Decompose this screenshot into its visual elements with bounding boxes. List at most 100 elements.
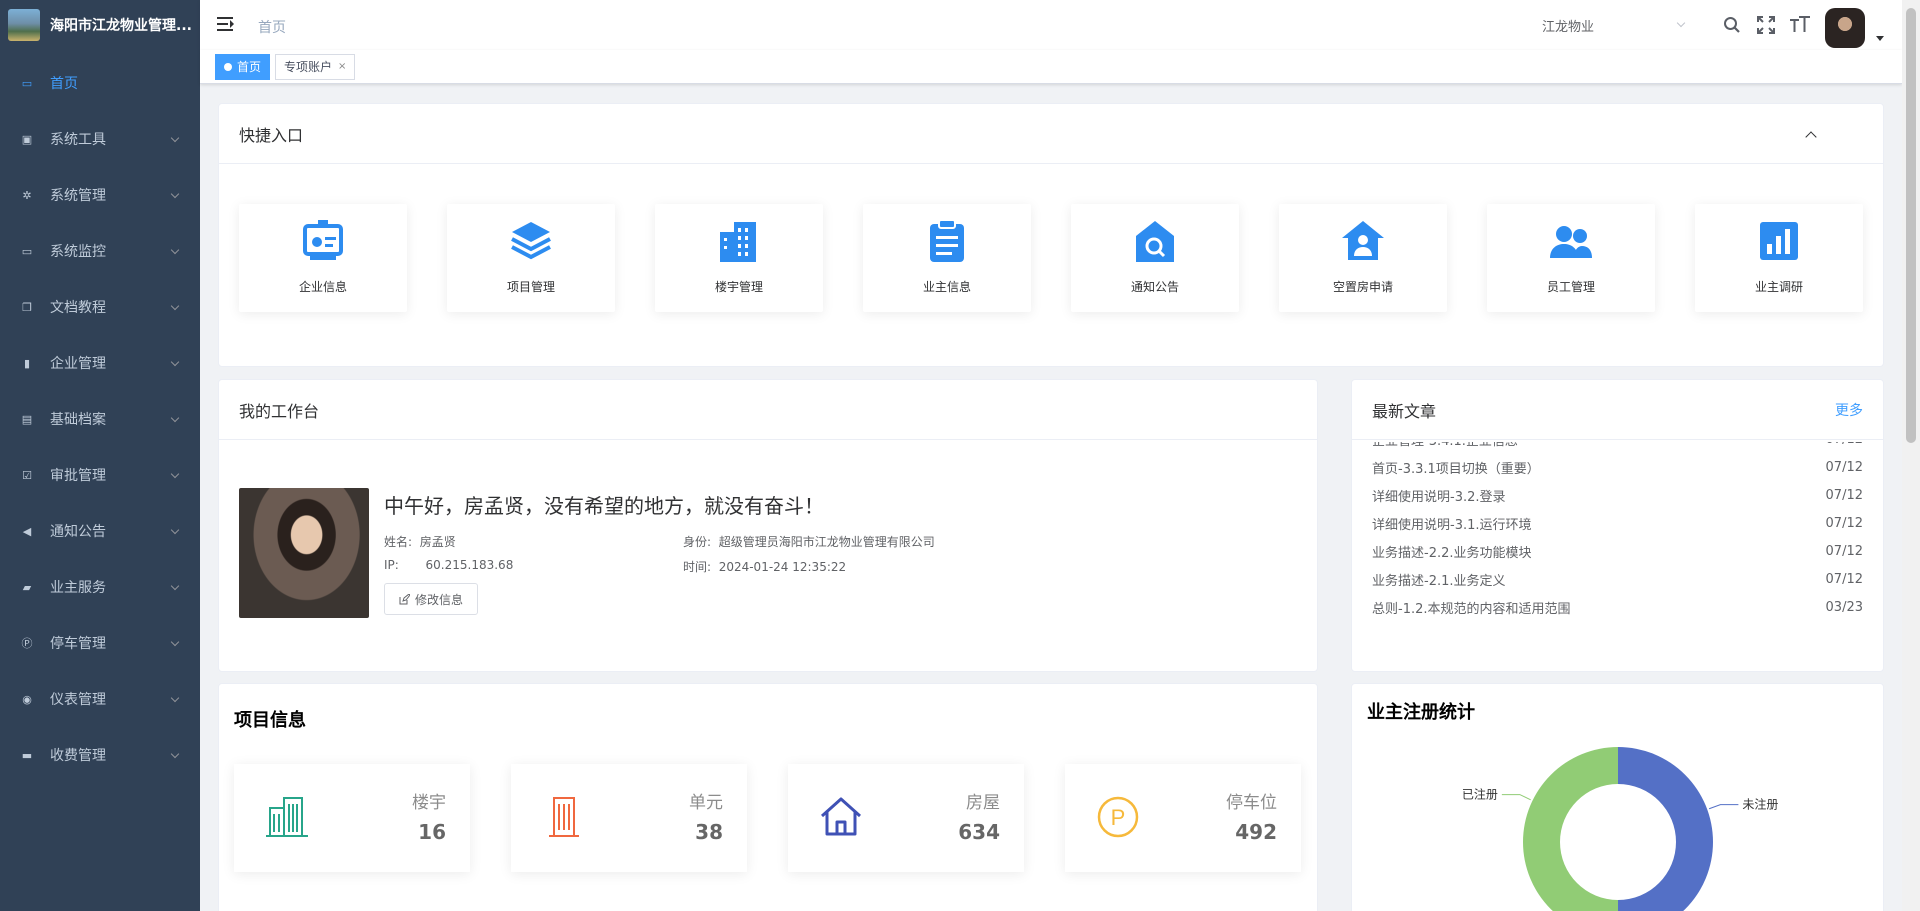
article-row[interactable]: 详细使用说明-3.2.登录 07/12	[1372, 481, 1863, 509]
quick-item-label: 空置房申请	[1332, 280, 1393, 294]
article-title[interactable]: 业务描述-2.2.业务功能模块	[1372, 542, 1532, 561]
sidebar-item-1[interactable]: ▣ 系统工具	[0, 111, 200, 167]
article-title[interactable]: 业务描述-2.1.业务定义	[1372, 570, 1506, 589]
tower-icon	[549, 797, 579, 837]
fullscreen-icon[interactable]	[1756, 15, 1776, 35]
article-row[interactable]: 总则-1.2.本规范的内容和适用范围 03/23	[1372, 593, 1863, 621]
chevron-down-icon	[170, 525, 180, 535]
sidebar-item-label: 系统管理	[50, 188, 106, 204]
scrollbar-thumb[interactable]	[1906, 8, 1916, 443]
sidebar-item-label: 收费管理	[50, 748, 106, 764]
article-title[interactable]: 企业管理-3.4.1.企业信息	[1372, 442, 1518, 449]
article-row[interactable]: 业务描述-2.1.业务定义 07/12	[1372, 565, 1863, 593]
caret-down-icon[interactable]	[1876, 36, 1884, 41]
project-stat-3[interactable]: P 停车位 492	[1065, 764, 1301, 872]
quick-entry-title: 快捷入口	[239, 125, 304, 145]
article-title[interactable]: 首页-3.3.1项目切换（重要）	[1372, 458, 1540, 477]
sidebar-item-2[interactable]: ✲ 系统管理	[0, 167, 200, 223]
chevron-up-icon[interactable]	[1805, 130, 1817, 143]
approve-icon: ☑	[22, 468, 32, 482]
sidebar-item-label: 审批管理	[50, 468, 106, 484]
article-title[interactable]: 详细使用说明-3.1.运行环境	[1372, 514, 1532, 533]
brand-logo	[8, 9, 40, 41]
tag-special-account[interactable]: 专项账户 ×	[275, 54, 356, 80]
edit-icon	[399, 593, 410, 604]
project-stat-label: 房屋	[966, 793, 1000, 813]
time-key: 时间:	[683, 560, 712, 574]
project-stat-0[interactable]: 楼宇 16	[234, 764, 470, 872]
survey-chart-icon	[1760, 222, 1798, 260]
sidebar-item-7[interactable]: ☑ 审批管理	[0, 447, 200, 503]
chevron-down-icon	[170, 133, 180, 143]
sidebar-item-8[interactable]: ◀ 通知公告	[0, 503, 200, 559]
article-row[interactable]: 业务描述-2.2.业务功能模块 07/12	[1372, 537, 1863, 565]
quick-item-label: 业主调研	[1754, 280, 1803, 294]
article-row[interactable]: 企业管理-3.4.1.企业信息 07/12	[1372, 442, 1863, 453]
tags-view: 首页 专项账户 ×	[200, 50, 1902, 84]
org-select[interactable]: 江龙物业	[1532, 10, 1692, 40]
sidebar-item-5[interactable]: ▮ 企业管理	[0, 335, 200, 391]
sidebar-item-9[interactable]: ▰ 业主服务	[0, 559, 200, 615]
edit-info-label: 修改信息	[415, 592, 464, 607]
project-stat-1[interactable]: 单元 38	[511, 764, 747, 872]
time-value: 2024-01-24 12:35:22	[718, 560, 847, 574]
house-icon	[820, 797, 862, 836]
sidebar-item-12[interactable]: ▬ 收费管理	[0, 727, 200, 783]
chevron-down-icon	[170, 413, 180, 423]
donut-slice-0	[1618, 747, 1713, 911]
identity-value: 超级管理员海阳市江龙物业管理有限公司	[718, 535, 935, 549]
quick-item-6[interactable]: 员工管理	[1487, 204, 1655, 312]
org-select-value: 江龙物业	[1542, 19, 1595, 35]
chevron-down-icon	[1676, 18, 1686, 28]
bar-chart-icon: ▮	[23, 356, 31, 370]
article-title[interactable]: 详细使用说明-3.2.登录	[1372, 486, 1506, 505]
tag-home[interactable]: 首页	[215, 54, 271, 80]
gear-icon: ✲	[22, 188, 32, 202]
navbar: 首页 江龙物业	[200, 0, 1902, 50]
sidebar-item-label: 系统工具	[50, 132, 106, 148]
quick-item-label: 项目管理	[506, 280, 555, 294]
quick-item-4[interactable]: 通知公告	[1071, 204, 1239, 312]
quick-item-1[interactable]: 项目管理	[447, 204, 615, 312]
project-stat-value: 634	[958, 820, 1000, 844]
layers-icon	[511, 222, 551, 260]
sidebar-item-6[interactable]: ▤ 基础档案	[0, 391, 200, 447]
quick-entry-grid: 企业信息 项目管理 楼宇管理 业主信息 通知公告 空置房申请 员工管理 业主调研	[239, 204, 1863, 312]
sidebar-item-3[interactable]: ▭ 系统监控	[0, 223, 200, 279]
chevron-down-icon	[170, 301, 180, 311]
registration-card: 业主注册统计 未注册 已注册	[1351, 683, 1884, 911]
sidebar-item-4[interactable]: ❐ 文档教程	[0, 279, 200, 335]
svg-text:P: P	[1111, 805, 1126, 830]
quick-item-5[interactable]: 空置房申请	[1279, 204, 1447, 312]
sidebar-item-0[interactable]: ▭ 首页	[0, 55, 200, 111]
search-icon[interactable]	[1722, 15, 1742, 35]
user-avatar[interactable]	[1825, 8, 1865, 48]
page-scrollbar[interactable]	[1902, 0, 1920, 911]
sidebar-item-10[interactable]: Ⓟ 停车管理	[0, 615, 200, 671]
edit-info-button[interactable]: 修改信息	[384, 583, 479, 615]
gauge-icon: ◉	[22, 692, 32, 706]
font-size-icon[interactable]	[1790, 15, 1810, 35]
more-link[interactable]: 更多	[1835, 400, 1863, 420]
breadcrumb[interactable]: 首页	[258, 17, 286, 37]
article-title[interactable]: 总则-1.2.本规范的内容和适用范围	[1372, 598, 1571, 617]
articles-list[interactable]: 企业管理-3.4.1.企业信息 07/12 首页-3.3.1项目切换（重要） 07/1…	[1372, 442, 1863, 622]
project-stat-2[interactable]: 房屋 634	[788, 764, 1024, 872]
chevron-down-icon	[170, 357, 180, 367]
donut-label-0: 未注册	[1742, 797, 1778, 812]
article-row[interactable]: 详细使用说明-3.1.运行环境 07/12	[1372, 509, 1863, 537]
quick-item-0[interactable]: 企业信息	[239, 204, 407, 312]
quick-item-2[interactable]: 楼宇管理	[655, 204, 823, 312]
profile-photo	[239, 488, 369, 618]
article-date: 07/12	[1825, 515, 1863, 531]
documents-icon: ❐	[22, 300, 32, 314]
sidebar-item-11[interactable]: ◉ 仪表管理	[0, 671, 200, 727]
articles-header: 最新文章 更多	[1352, 380, 1883, 440]
workbench-title: 我的工作台	[239, 401, 320, 421]
article-row[interactable]: 首页-3.3.1项目切换（重要） 07/12	[1372, 453, 1863, 481]
quick-item-7[interactable]: 业主调研	[1695, 204, 1863, 312]
hamburger-icon[interactable]	[217, 17, 234, 31]
brand[interactable]: 海阳市江龙物业管理...	[0, 0, 200, 50]
quick-item-3[interactable]: 业主信息	[863, 204, 1031, 312]
close-icon[interactable]: ×	[338, 55, 346, 79]
